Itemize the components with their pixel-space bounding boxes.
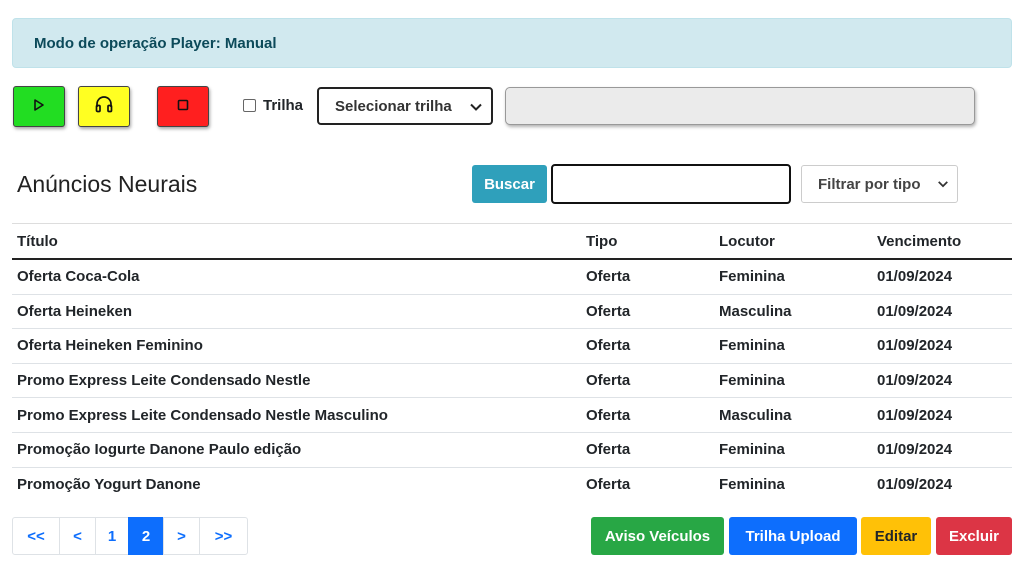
track-display-field — [505, 87, 975, 125]
cell-voice: Feminina — [719, 441, 785, 459]
trilha-upload-button[interactable]: Trilha Upload — [729, 517, 857, 555]
cell-type: Oferta — [586, 372, 631, 390]
cell-expiry: 01/09/2024 — [877, 372, 953, 390]
page-last-button[interactable]: >> — [199, 517, 248, 555]
column-header-expiry: Vencimento — [877, 232, 962, 250]
search-button[interactable]: Buscar — [472, 165, 547, 203]
cell-type: Oferta — [586, 337, 631, 355]
delete-button[interactable]: Excluir — [936, 517, 1012, 555]
page-next-button[interactable]: > — [163, 517, 200, 555]
column-header-type: Tipo — [586, 232, 618, 250]
chevron-down-icon — [937, 177, 949, 194]
cell-expiry: 01/09/2024 — [877, 302, 953, 320]
table-row[interactable]: Oferta Coca-Cola Oferta Feminina 01/09/2… — [12, 260, 1012, 295]
cell-title: Promoção Iogurte Danone Paulo edição — [17, 441, 302, 459]
cell-title: Oferta Heineken — [17, 302, 133, 320]
ads-table: Título Tipo Locutor Vencimento Oferta Co… — [12, 223, 1012, 502]
pagination: << < 1 2 > >> — [12, 517, 248, 555]
cell-voice: Feminina — [719, 372, 785, 390]
table-header-row: Título Tipo Locutor Vencimento — [12, 224, 1012, 260]
cell-title: Oferta Coca-Cola — [17, 268, 140, 286]
cell-expiry: 01/09/2024 — [877, 476, 953, 494]
table-row[interactable]: Promo Express Leite Condensado Nestle Of… — [12, 364, 1012, 399]
cell-voice: Masculina — [719, 406, 792, 424]
trilha-select[interactable]: Selecionar trilha — [317, 87, 493, 125]
cell-title: Promo Express Leite Condensado Nestle Ma… — [17, 406, 388, 424]
table-row[interactable]: Promo Express Leite Condensado Nestle Ma… — [12, 398, 1012, 433]
trilha-select-value: Selecionar trilha — [335, 97, 452, 115]
type-filter-value: Filtrar por tipo — [818, 175, 921, 193]
type-filter-select[interactable]: Filtrar por tipo — [801, 165, 958, 203]
listen-button[interactable] — [78, 86, 130, 127]
table-row[interactable]: Oferta Heineken Feminino Oferta Feminina… — [12, 329, 1012, 364]
cell-type: Oferta — [586, 268, 631, 286]
cell-type: Oferta — [586, 441, 631, 459]
column-header-title: Título — [17, 232, 58, 250]
stop-button[interactable] — [157, 86, 209, 127]
trilha-checkbox[interactable] — [243, 99, 256, 112]
column-header-voice: Locutor — [719, 232, 775, 250]
table-row[interactable]: Promoção Yogurt Danone Oferta Feminina 0… — [12, 468, 1012, 503]
cell-expiry: 01/09/2024 — [877, 441, 953, 459]
cell-title: Oferta Heineken Feminino — [17, 337, 203, 355]
operation-mode-text: Modo de operação Player: Manual — [34, 34, 277, 52]
headphones-icon — [94, 94, 114, 119]
cell-voice: Feminina — [719, 268, 785, 286]
table-row[interactable]: Promoção Iogurte Danone Paulo edição Ofe… — [12, 433, 1012, 468]
page-prev-button[interactable]: < — [59, 517, 96, 555]
play-button[interactable] — [13, 86, 65, 127]
page-1-button[interactable]: 1 — [95, 517, 129, 555]
cell-voice: Masculina — [719, 302, 792, 320]
trilha-checkbox-label: Trilha — [263, 97, 304, 114]
stop-icon — [177, 98, 189, 116]
page-2-button[interactable]: 2 — [128, 517, 164, 555]
cell-expiry: 01/09/2024 — [877, 337, 953, 355]
edit-button[interactable]: Editar — [861, 517, 931, 555]
cell-voice: Feminina — [719, 337, 785, 355]
table-row[interactable]: Oferta Heineken Oferta Masculina 01/09/2… — [12, 295, 1012, 330]
page-title: Anúncios Neurais — [17, 171, 198, 197]
cell-title: Promoção Yogurt Danone — [17, 476, 201, 494]
operation-mode-alert: Modo de operação Player: Manual — [12, 18, 1012, 68]
search-input[interactable] — [551, 164, 791, 204]
cell-title: Promo Express Leite Condensado Nestle — [17, 372, 311, 390]
cell-type: Oferta — [586, 476, 631, 494]
cell-type: Oferta — [586, 302, 631, 320]
cell-expiry: 01/09/2024 — [877, 406, 953, 424]
cell-expiry: 01/09/2024 — [877, 268, 953, 286]
page-first-button[interactable]: << — [12, 517, 60, 555]
cell-voice: Feminina — [719, 476, 785, 494]
play-icon — [33, 98, 45, 116]
cell-type: Oferta — [586, 406, 631, 424]
aviso-veiculos-button[interactable]: Aviso Veículos — [591, 517, 724, 555]
chevron-down-icon — [469, 100, 483, 118]
